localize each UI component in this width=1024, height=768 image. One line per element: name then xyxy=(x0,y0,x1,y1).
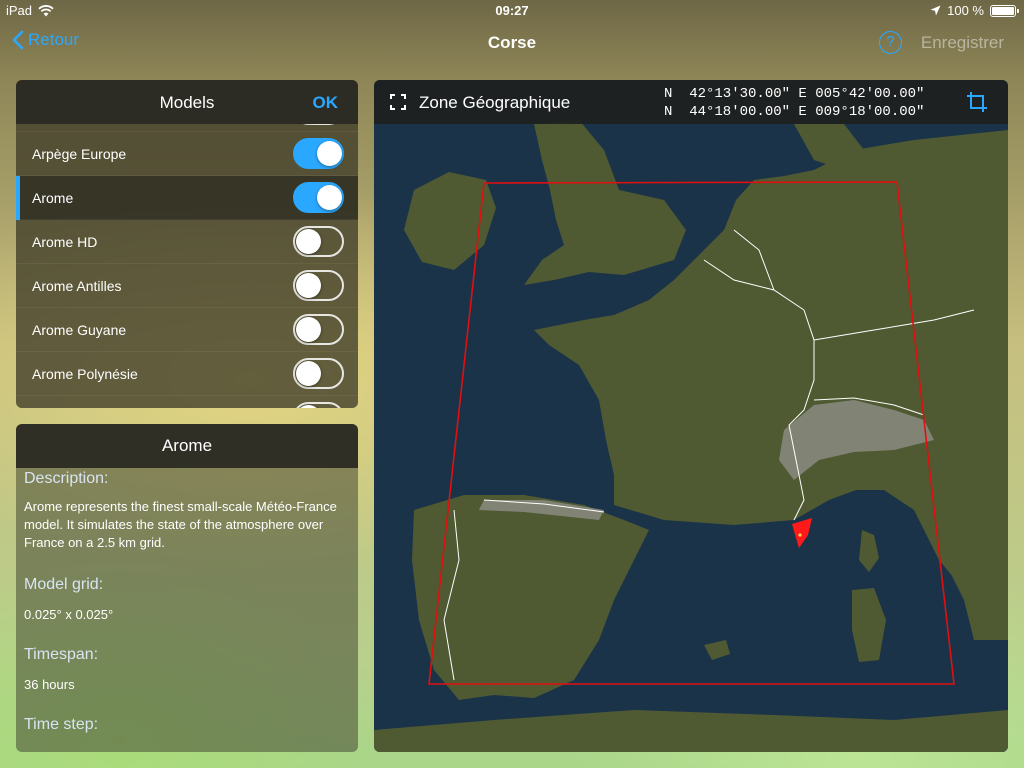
help-icon[interactable]: ? xyxy=(879,31,902,54)
ok-button[interactable]: OK xyxy=(313,93,339,113)
model-name: Arome Guyane xyxy=(32,322,127,338)
toggle-knob xyxy=(296,229,321,254)
models-title: Models xyxy=(159,93,215,112)
toggle-knob xyxy=(317,141,342,166)
model-toggle[interactable] xyxy=(293,358,344,389)
save-button[interactable]: Enregistrer xyxy=(921,33,1004,53)
model-grid-value: 0.025° x 0.025° xyxy=(24,607,114,622)
model-toggle xyxy=(293,124,344,125)
model-row[interactable]: Arome HD xyxy=(16,220,358,264)
toggle-knob xyxy=(296,273,321,298)
model-toggle xyxy=(293,402,344,408)
timespan-label: Timespan: xyxy=(24,646,99,663)
page-title: Corse xyxy=(487,33,537,52)
model-row-partial xyxy=(16,124,358,132)
toggle-knob xyxy=(296,317,321,342)
model-toggle[interactable] xyxy=(293,226,344,257)
model-row-partial xyxy=(16,396,358,408)
timespan-value: 36 hours xyxy=(24,677,75,692)
model-row[interactable]: Arome xyxy=(16,176,358,220)
zone-label: Zone Géographique xyxy=(419,93,571,112)
models-list[interactable]: Arpège Europe Arome Arome HD Arome Antilles… xyxy=(16,124,358,408)
models-panel: Models OK Arpège Europe Arome Arome HD Arom… xyxy=(16,80,358,408)
battery-level xyxy=(992,6,1014,15)
map-panel: Zone Géographique N 42°13'30.00" E 005°4… xyxy=(374,80,1008,752)
coordinates-line-1: N 42°13'30.00" E 005°42'00.00" xyxy=(664,86,925,102)
model-toggle[interactable] xyxy=(293,270,344,301)
back-button[interactable]: Retour xyxy=(12,30,79,50)
selected-zone-point xyxy=(798,533,802,537)
model-name: Arome Polynésie xyxy=(32,366,138,382)
map-header: Zone Géographique N 42°13'30.00" E 005°4… xyxy=(374,80,1008,124)
toggle-knob xyxy=(317,185,342,210)
model-toggle[interactable] xyxy=(293,138,344,169)
model-toggle[interactable] xyxy=(293,314,344,345)
location-arrow-icon xyxy=(930,5,941,16)
satellite-map[interactable] xyxy=(374,80,1008,752)
model-name: Arpège Europe xyxy=(32,146,127,162)
model-row[interactable]: Arpège Europe xyxy=(16,132,358,176)
time-step-label: Time step: xyxy=(24,716,99,733)
model-name: Arome Antilles xyxy=(32,278,122,294)
navigation-bar: Retour Corse ? Enregistrer xyxy=(0,22,1024,64)
model-name: Arome HD xyxy=(32,234,98,250)
battery-icon xyxy=(990,4,1019,17)
description-label: Description: xyxy=(24,470,109,487)
models-header: Models OK xyxy=(16,80,358,124)
coordinates-readout: N 42°13'30.00" E 005°42'00.00" N 44°18'00… xyxy=(664,85,924,121)
crop-icon[interactable] xyxy=(966,91,988,113)
chevron-left-icon xyxy=(12,30,24,50)
model-row[interactable]: Arome Polynésie xyxy=(16,352,358,396)
model-toggle[interactable] xyxy=(293,182,344,213)
model-grid-label: Model grid: xyxy=(24,576,104,593)
status-bar: iPad 09:27 100 % xyxy=(0,0,1024,22)
model-row[interactable]: Arome Guyane xyxy=(16,308,358,352)
coordinates-line-2: N 44°18'00.00" E 009°18'00.00" xyxy=(664,104,925,120)
toggle-knob xyxy=(296,361,321,386)
model-row[interactable]: Arome Antilles xyxy=(16,264,358,308)
toggle-knob xyxy=(296,405,321,408)
model-info-title: Arome xyxy=(16,424,358,468)
model-info-body[interactable]: Description: Arome represents the finest… xyxy=(16,468,358,752)
description-text: Arome represents the finest small-scale … xyxy=(24,499,337,550)
back-label: Retour xyxy=(28,30,80,49)
battery-percent: 100 % xyxy=(947,3,984,18)
fullscreen-icon[interactable] xyxy=(390,94,406,110)
model-name: Arome xyxy=(32,190,74,206)
model-info-panel: Arome Description: Arome represents the … xyxy=(16,424,358,752)
status-time: 09:27 xyxy=(495,3,529,18)
